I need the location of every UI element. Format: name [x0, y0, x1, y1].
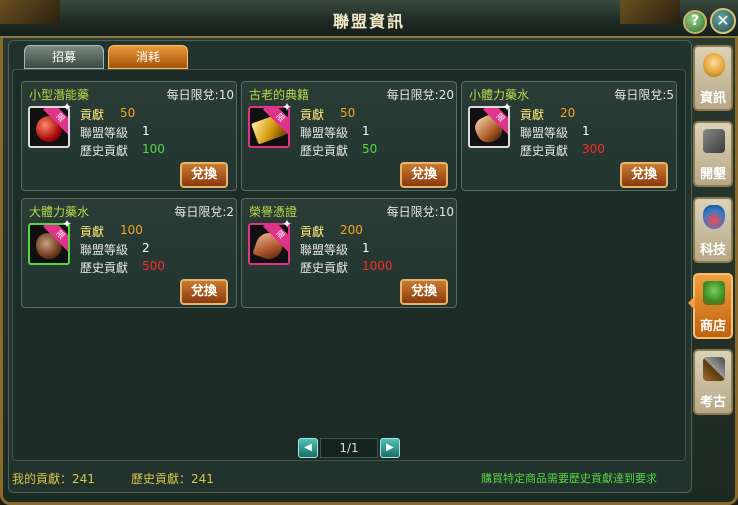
- contribution-label: 貢獻: [300, 108, 325, 122]
- daily-limit: 每日限兌:10: [386, 205, 454, 219]
- item-card: 小型潛能藥 每日限兌:10 限 ✦ 貢獻 50 聯盟等級 1 歷史貢獻 100 …: [21, 81, 237, 191]
- item-card: 小體力藥水 每日限兌:5 限 ✦ 貢獻 20 聯盟等級 1 歷史貢獻 300 兌…: [461, 81, 677, 191]
- alliance-level-value: 1: [362, 124, 370, 138]
- side-nav-cultivate[interactable]: 開墾: [693, 121, 733, 187]
- daily-limit: 每日限兌:20: [386, 88, 454, 102]
- sparkle-icon: ✦: [62, 217, 73, 231]
- exchange-button[interactable]: 兌換: [620, 162, 668, 188]
- item-grid: 小型潛能藥 每日限兌:10 限 ✦ 貢獻 50 聯盟等級 1 歷史貢獻 100 …: [12, 69, 686, 461]
- pickaxe-icon: [703, 129, 725, 153]
- page-indicator: 1/1: [320, 438, 378, 458]
- contribution-value: 20: [560, 106, 576, 120]
- active-tab-pointer: [688, 296, 695, 310]
- item-name: 大體力藥水: [29, 205, 90, 219]
- history-contribution-value: 1000: [362, 259, 393, 273]
- daily-limit: 每日限兌:5: [614, 88, 674, 102]
- exchange-button[interactable]: 兌換: [180, 162, 228, 188]
- alliance-level-label: 聯盟等級: [300, 243, 349, 257]
- contribution-label: 貢獻: [300, 225, 325, 239]
- contribution-label: 貢獻: [80, 225, 105, 239]
- title-bar: 聯盟資訊: [0, 0, 738, 38]
- item-name: 古老的典籍: [249, 88, 310, 102]
- close-button[interactable]: ✕: [710, 8, 736, 34]
- side-nav-label: 開墾: [699, 167, 726, 182]
- item-name: 小型潛能藥: [29, 88, 90, 102]
- alliance-level-value: 1: [142, 124, 150, 138]
- contribution-value: 100: [120, 223, 143, 237]
- history-contribution-value: 500: [142, 259, 165, 273]
- item-card: 古老的典籍 每日限兌:20 限 ✦ 貢獻 50 聯盟等級 1 歷史貢獻 50 兌…: [241, 81, 457, 191]
- alliance-level-label: 聯盟等級: [300, 126, 349, 140]
- history-contribution-total: 歷史貢獻：241: [131, 472, 214, 486]
- contribution-value: 50: [340, 106, 356, 120]
- item-name: 小體力藥水: [469, 88, 530, 102]
- contribution-value: 200: [340, 223, 363, 237]
- hammer-icon: [703, 357, 725, 381]
- alliance-level-label: 聯盟等級: [520, 126, 569, 140]
- exchange-button[interactable]: 兌換: [400, 162, 448, 188]
- history-contribution-label: 歷史貢獻: [80, 261, 129, 275]
- alliance-level-value: 1: [362, 241, 370, 255]
- contribution-value: 50: [120, 106, 136, 120]
- help-button[interactable]: ?: [683, 10, 707, 34]
- history-contribution-value: 100: [142, 142, 165, 156]
- item-card: 榮譽憑證 每日限兌:10 限 ✦ 貢獻 200 聯盟等級 1 歷史貢獻 1000…: [241, 198, 457, 308]
- contribution-label: 貢獻: [520, 108, 545, 122]
- daily-limit: 每日限兌:10: [166, 88, 234, 102]
- alliance-level-value: 2: [142, 241, 150, 255]
- side-nav-label: 考古: [699, 395, 726, 410]
- tab-recruit[interactable]: 招募: [24, 45, 104, 69]
- exchange-button[interactable]: 兌換: [400, 279, 448, 305]
- side-nav-shop[interactable]: 商店: [693, 273, 733, 339]
- contribution-label: 貢獻: [80, 108, 105, 122]
- history-contribution-value: 300: [582, 142, 605, 156]
- history-contribution-label: 歷史貢獻: [300, 144, 349, 158]
- portrait-icon: [703, 53, 725, 77]
- history-contribution-label: 歷史貢獻: [520, 144, 569, 158]
- sparkle-icon: ✦: [502, 100, 513, 114]
- side-nav-info[interactable]: 資訊: [693, 45, 733, 111]
- side-nav-archaeology[interactable]: 考古: [693, 349, 733, 415]
- sparkle-icon: ✦: [282, 100, 293, 114]
- daily-limit: 每日限兌:2: [174, 205, 234, 219]
- history-contribution-value: 50: [362, 142, 378, 156]
- side-nav-label: 科技: [699, 243, 726, 258]
- window-title: 聯盟資訊: [332, 12, 405, 31]
- history-contribution-label: 歷史貢獻: [300, 261, 349, 275]
- side-nav-tech[interactable]: 科技: [693, 197, 733, 263]
- sparkle-icon: ✦: [62, 100, 73, 114]
- history-contribution-label: 歷史貢獻: [80, 144, 129, 158]
- shop-icon: [703, 281, 725, 305]
- item-card: 大體力藥水 每日限兌:2 限 ✦ 貢獻 100 聯盟等級 2 歷史貢獻 500 …: [21, 198, 237, 308]
- prev-page-button[interactable]: ◀: [298, 438, 318, 458]
- exchange-button[interactable]: 兌換: [180, 279, 228, 305]
- flask-icon: [703, 205, 725, 229]
- side-nav-label: 商店: [699, 319, 726, 334]
- sparkle-icon: ✦: [282, 217, 293, 231]
- purchase-note: 購買特定商品需要歷史貢獻達到要求: [481, 472, 657, 485]
- alliance-level-label: 聯盟等級: [80, 243, 129, 257]
- my-contribution: 我的貢獻：241: [12, 472, 95, 486]
- next-page-button[interactable]: ▶: [380, 438, 400, 458]
- side-nav-label: 資訊: [699, 91, 726, 106]
- alliance-level-label: 聯盟等級: [80, 126, 129, 140]
- tab-consume[interactable]: 消耗: [108, 45, 188, 69]
- alliance-level-value: 1: [582, 124, 590, 138]
